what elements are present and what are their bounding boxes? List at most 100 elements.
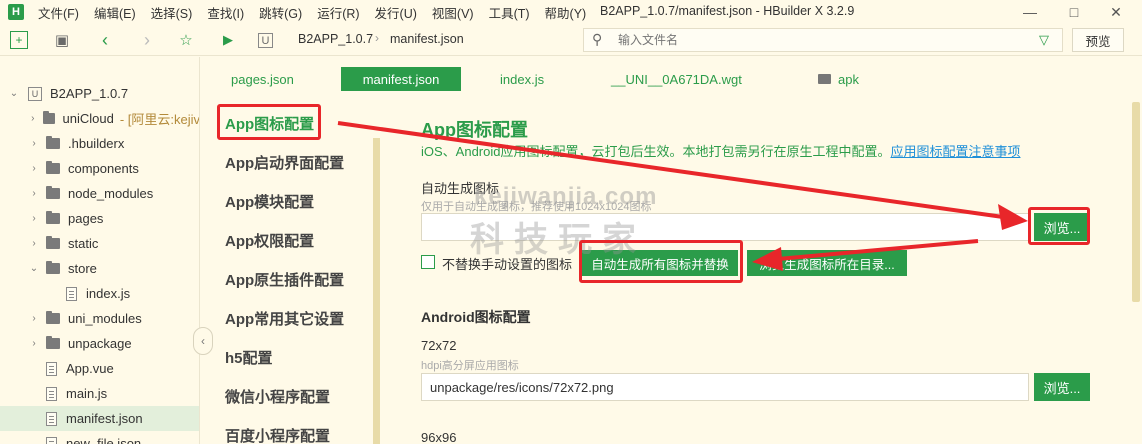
highlight-box-generate [579, 240, 743, 283]
forward-icon[interactable]: › [137, 30, 157, 50]
chevron-right-icon[interactable]: › [28, 213, 40, 224]
chevron-down-icon[interactable]: ⌄ [28, 263, 40, 274]
section-title: App图标配置 [421, 120, 528, 140]
save-icon[interactable]: ▣ [52, 30, 72, 50]
chevron-right-icon[interactable]: › [28, 338, 40, 349]
breadcrumb-project[interactable]: B2APP_1.0.7 [298, 32, 373, 46]
config-app-splash[interactable]: App启动界面配置 [225, 152, 344, 173]
highlight-box-app-icon-config [217, 104, 321, 140]
config-app-other[interactable]: App常用其它设置 [225, 308, 344, 329]
size-72-browse-button[interactable]: 浏览... [1034, 373, 1090, 401]
menu-help[interactable]: 帮助(Y) [545, 3, 587, 22]
config-weixin-mp[interactable]: 微信小程序配置 [225, 386, 330, 407]
tab-index-js[interactable]: index.js [500, 67, 544, 91]
tab-pages-json[interactable]: pages.json [231, 67, 294, 91]
chevron-right-icon[interactable]: › [28, 188, 40, 199]
size-96-label: 96x96 [421, 430, 457, 444]
editor-tabbar: pages.json manifest.json index.js __UNI_… [201, 57, 1142, 96]
chevron-down-icon: ⌄ [9, 88, 19, 99]
highlight-box-browse [1028, 207, 1090, 245]
description-text: iOS、Android应用图标配置，云打包后生效。本地打包需另行在原生工程中配置… [421, 144, 891, 159]
folder-icon [43, 111, 55, 124]
breadcrumb-file[interactable]: manifest.json [390, 32, 464, 46]
tree-folder[interactable]: › uni_modules [0, 306, 199, 331]
tree-file[interactable]: main.js [0, 381, 199, 406]
config-h5[interactable]: h5配置 [225, 347, 273, 368]
chevron-right-icon[interactable]: › [28, 163, 40, 174]
menu-edit[interactable]: 编辑(E) [94, 3, 136, 22]
folder-icon [818, 74, 831, 84]
chevron-right-icon[interactable]: › [28, 138, 40, 149]
content-scrollbar[interactable] [1130, 96, 1142, 444]
menu-bar: H 文件(F) 编辑(E) 选择(S) 查找(I) 跳转(G) 运行(R) 发行… [0, 0, 1142, 24]
tab-wgt-file[interactable]: __UNI__0A671DA.wgt [611, 67, 742, 91]
tree-file[interactable]: index.js [0, 281, 199, 306]
tree-folder[interactable]: › node_modules [0, 181, 199, 206]
tree-item-label: store [68, 261, 97, 276]
tab-manifest-json[interactable]: manifest.json [341, 67, 461, 91]
file-search-input[interactable] [618, 32, 1018, 48]
window-title: B2APP_1.0.7/manifest.json - HBuilder X 3… [600, 4, 855, 18]
menu-publish[interactable]: 发行(U) [375, 3, 417, 22]
tree-folder[interactable]: › .hbuilderx [0, 131, 199, 156]
collapse-sidebar-icon[interactable]: ‹ [193, 327, 213, 355]
back-icon[interactable]: ‹ [95, 30, 115, 50]
tree-folder[interactable]: › unpackage [0, 331, 199, 356]
menu-tools[interactable]: 工具(T) [489, 3, 530, 22]
menu-goto[interactable]: 跳转(G) [259, 3, 302, 22]
menu-run[interactable]: 运行(R) [317, 3, 359, 22]
tree-item-label: manifest.json [66, 411, 143, 426]
menu-select[interactable]: 选择(S) [151, 3, 193, 22]
tree-project-root[interactable]: ⌄ U B2APP_1.0.7 [0, 81, 199, 106]
file-search-icon: ⚲ [592, 31, 603, 47]
tree-item-label: App.vue [66, 361, 114, 376]
preview-button[interactable]: 预览 [1072, 28, 1124, 52]
config-nav: App图标配置 App启动界面配置 App模块配置 App权限配置 App原生插… [201, 96, 381, 444]
toolbar: + ▣ ‹ › ☆ ▶ U B2APP_1.0.7 › manifest.jso… [0, 24, 1142, 56]
tree-item-label: index.js [86, 286, 131, 301]
tree-folder[interactable]: › static [0, 231, 199, 256]
folder-icon [46, 336, 60, 349]
filter-icon[interactable]: ▽ [1039, 32, 1049, 48]
tree-file[interactable]: manifest.json [0, 406, 199, 431]
chevron-right-icon[interactable]: › [28, 113, 37, 124]
config-app-native-plugins[interactable]: App原生插件配置 [225, 269, 344, 290]
tree-folder[interactable]: › uniCloud - [阿里云:kejiv [0, 106, 199, 131]
size-72-hint: hdpi高分屏应用图标 [421, 360, 519, 372]
file-icon [46, 436, 57, 444]
new-file-icon[interactable]: + [10, 31, 28, 49]
project-icon: U [258, 33, 273, 48]
folder-icon [46, 136, 60, 149]
tree-file[interactable]: new_file.json [0, 431, 199, 444]
tree-item-label: .hbuilderx [68, 136, 125, 151]
config-baidu-mp[interactable]: 百度小程序配置 [225, 425, 330, 444]
config-nav-scrollbar[interactable] [373, 138, 380, 444]
tree-item-label: main.js [66, 386, 108, 401]
project-icon: U [28, 86, 42, 101]
run-icon[interactable]: ▶ [218, 30, 238, 50]
tree-folder[interactable]: ⌄ store [0, 256, 199, 281]
icon-config-notes-link[interactable]: 应用图标配置注意事项 [890, 144, 1020, 159]
watermark-domain: kejiwanjia.com [474, 183, 658, 210]
config-app-modules[interactable]: App模块配置 [225, 191, 314, 212]
tree-file[interactable]: App.vue [0, 356, 199, 381]
no-replace-checkbox[interactable] [421, 255, 435, 269]
maximize-icon[interactable]: □ [1054, 0, 1094, 24]
folder-icon [46, 186, 60, 199]
tree-item-label: uniCloud [62, 111, 114, 126]
star-icon[interactable]: ☆ [176, 30, 196, 50]
open-icon-dir-button[interactable]: 浏览生成图标所在目录... [747, 250, 907, 276]
menu-find[interactable]: 查找(I) [207, 3, 244, 22]
tree-folder[interactable]: › components [0, 156, 199, 181]
chevron-right-icon[interactable]: › [28, 238, 40, 249]
tab-apk-folder[interactable]: apk [818, 67, 859, 91]
tree-folder[interactable]: › pages [0, 206, 199, 231]
config-app-permissions[interactable]: App权限配置 [225, 230, 314, 251]
chevron-right-icon[interactable]: › [28, 313, 40, 324]
menu-file[interactable]: 文件(F) [38, 3, 79, 22]
close-icon[interactable]: ✕ [1096, 0, 1136, 24]
menu-view[interactable]: 视图(V) [432, 3, 474, 22]
size-72-input[interactable] [421, 373, 1029, 401]
minimize-icon[interactable]: — [1010, 0, 1050, 24]
scrollbar-thumb[interactable] [1132, 102, 1140, 302]
